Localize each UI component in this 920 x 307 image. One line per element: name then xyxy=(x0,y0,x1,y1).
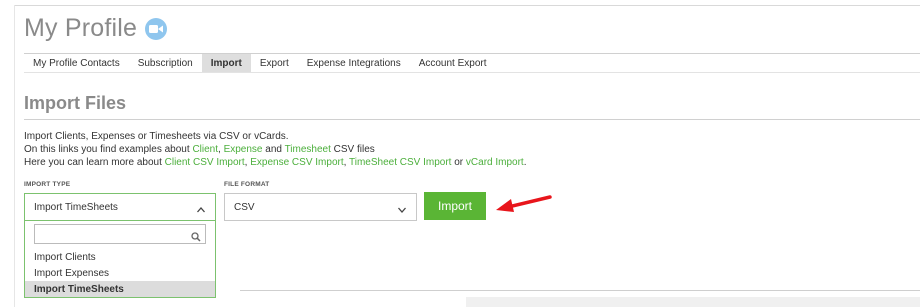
tab-my-profile-contacts[interactable]: My Profile Contacts xyxy=(24,54,129,72)
info-line-1: Import Clients, Expenses or Timesheets v… xyxy=(24,131,289,142)
import-info-text: Import Clients, Expenses or Timesheets v… xyxy=(24,130,526,169)
tab-account-export[interactable]: Account Export xyxy=(410,54,496,72)
info-text: CSV files xyxy=(330,144,375,155)
option-import-clients[interactable]: Import Clients xyxy=(25,249,215,265)
chevron-up-icon xyxy=(196,202,206,220)
file-format-select[interactable]: CSV xyxy=(224,193,417,221)
expense-example-link[interactable]: Expense xyxy=(224,144,263,155)
client-csv-import-link[interactable]: Client CSV Import xyxy=(165,157,245,168)
info-text: . xyxy=(523,157,527,168)
top-divider xyxy=(14,5,920,6)
timesheet-example-link[interactable]: Timesheet xyxy=(285,144,331,155)
video-camera-icon[interactable] xyxy=(145,18,167,40)
section-divider xyxy=(24,119,920,120)
tab-export[interactable]: Export xyxy=(251,54,298,72)
info-text: and xyxy=(262,144,285,155)
tabs-bottom-divider xyxy=(24,72,920,73)
tab-expense-integrations[interactable]: Expense Integrations xyxy=(298,54,410,72)
file-format-value: CSV xyxy=(234,202,255,213)
dropdown-search-input[interactable] xyxy=(34,224,206,244)
left-edge-divider xyxy=(14,5,15,307)
chevron-down-icon xyxy=(397,202,407,220)
info-line-2: On this links you find examples about Cl… xyxy=(24,143,526,156)
section-title: Import Files xyxy=(24,93,127,113)
client-example-link[interactable]: Client xyxy=(192,144,218,155)
vcard-import-link[interactable]: vCard Import xyxy=(466,157,524,168)
info-text: Here you can learn more about xyxy=(24,157,165,168)
page-title: My Profile xyxy=(24,14,138,42)
tab-subscription[interactable]: Subscription xyxy=(129,54,202,72)
search-icon xyxy=(191,229,201,247)
bottom-divider xyxy=(240,290,920,291)
option-import-timesheets[interactable]: Import TimeSheets xyxy=(25,281,215,297)
import-type-value: Import TimeSheets xyxy=(34,202,118,213)
profile-tabs: My Profile Contacts Subscription Import … xyxy=(24,54,496,72)
expense-csv-import-link[interactable]: Expense CSV Import xyxy=(250,157,343,168)
info-line-3: Here you can learn more about Client CSV… xyxy=(24,156,526,169)
bottom-panel xyxy=(466,297,920,307)
timesheet-csv-import-link[interactable]: TimeSheet CSV Import xyxy=(349,157,451,168)
import-type-select[interactable]: Import TimeSheets xyxy=(24,193,216,221)
import-type-label: IMPORT TYPE xyxy=(24,181,71,188)
tab-import[interactable]: Import xyxy=(201,54,251,72)
file-format-label: FILE FORMAT xyxy=(224,181,270,188)
info-text: On this links you find examples about xyxy=(24,144,193,155)
info-text: or xyxy=(451,157,466,168)
annotation-arrow-icon xyxy=(494,191,552,224)
import-button[interactable]: Import xyxy=(424,192,486,220)
import-type-dropdown: Import Clients Import Expenses Import Ti… xyxy=(24,221,216,298)
option-import-expenses[interactable]: Import Expenses xyxy=(25,265,215,281)
